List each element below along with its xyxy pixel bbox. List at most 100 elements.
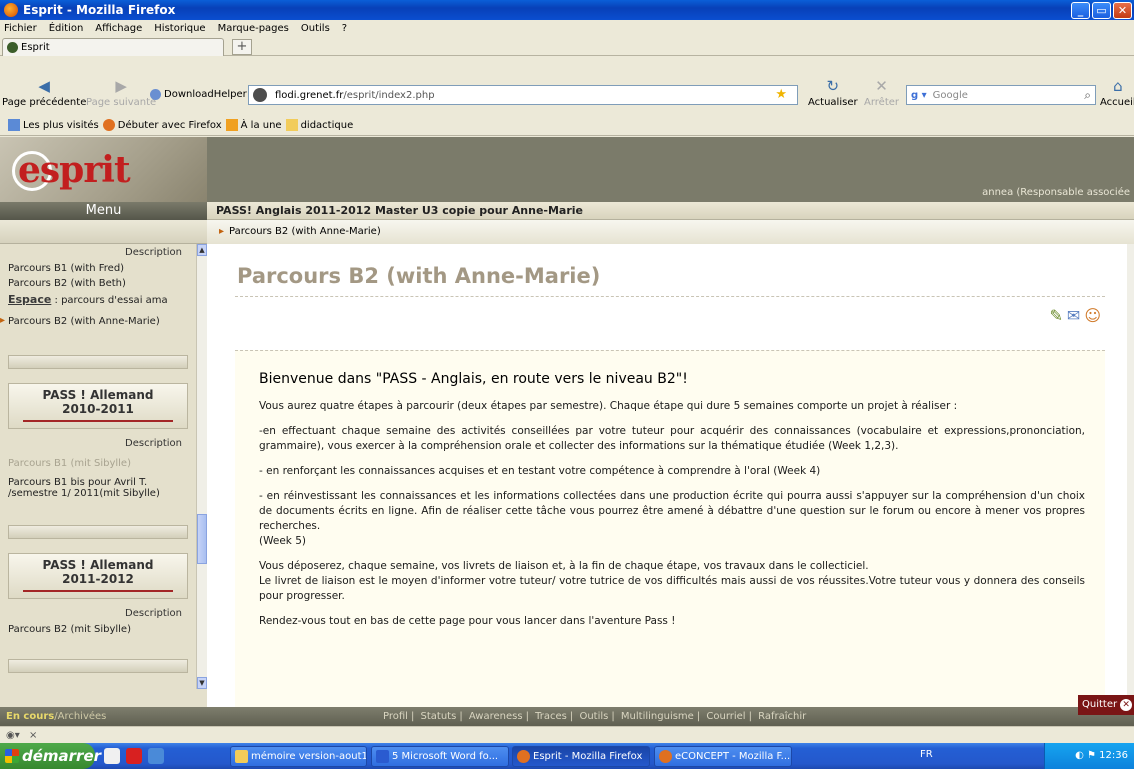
reload-button[interactable]: ↻ Actualiser: [808, 79, 858, 109]
tray-icons[interactable]: ◐ ⚑: [1075, 750, 1099, 761]
reload-label: Actualiser: [808, 97, 858, 108]
site-identity-icon[interactable]: [253, 88, 267, 102]
task-label: 5 Microsoft Word fo...: [392, 751, 499, 762]
message-icon[interactable]: ✉: [1067, 306, 1080, 325]
link-courriel[interactable]: Courriel: [706, 711, 745, 722]
menu-outils[interactable]: Outils: [301, 23, 330, 34]
menu-historique[interactable]: Historique: [154, 23, 205, 34]
link-statuts[interactable]: Statuts: [421, 711, 457, 722]
scroll-thumb[interactable]: [197, 514, 207, 564]
status-close-icon[interactable]: ×: [29, 730, 37, 741]
group-underline: [23, 420, 173, 422]
forward-arrow-icon: ▶: [115, 77, 127, 95]
url-bar[interactable]: flodi.grenet.fr/esprit/index2.php ★: [248, 85, 798, 105]
close-window-button[interactable]: ✕: [1113, 2, 1132, 19]
scroll-up-arrow-icon[interactable]: ▲: [197, 244, 207, 256]
description-link[interactable]: Description: [0, 605, 196, 622]
scroll-down-arrow-icon[interactable]: ▼: [197, 677, 207, 689]
quick-launch-app-icon[interactable]: [104, 748, 120, 764]
quick-launch: [104, 748, 164, 764]
link-outils[interactable]: Outils: [579, 711, 608, 722]
bookmark-getting-started[interactable]: Débuter avec Firefox: [102, 118, 222, 131]
course-item-b1-bis[interactable]: Parcours B1 bis pour Avril T. /semestre …: [0, 475, 196, 501]
bookmark-label: Débuter avec Firefox: [117, 119, 222, 131]
description-link[interactable]: Description: [0, 435, 196, 452]
left-scrollbar[interactable]: ▲ ▼: [196, 244, 207, 689]
group-separator: [8, 355, 188, 369]
menu-fichier[interactable]: Fichier: [4, 23, 37, 34]
course-item-b2-sibylle[interactable]: Parcours B2 (mit Sibylle): [0, 622, 196, 637]
most-visited-icon: [8, 118, 20, 131]
menu-marque-pages[interactable]: Marque-pages: [218, 23, 289, 34]
addon-icon[interactable]: ◉▾: [6, 730, 20, 741]
bookmark-star-icon[interactable]: ★: [775, 87, 787, 102]
users-icon[interactable]: ☺: [1084, 306, 1101, 325]
acrobat-icon[interactable]: [126, 748, 142, 764]
menu-aide[interactable]: ?: [342, 23, 347, 34]
menu-bar: Fichier Édition Affichage Historique Mar…: [0, 20, 1134, 36]
new-tab-button[interactable]: +: [232, 39, 252, 55]
link-profil[interactable]: Profil: [383, 711, 408, 722]
firefox-quick-icon[interactable]: [148, 748, 164, 764]
link-multilinguisme[interactable]: Multilinguisme: [621, 711, 694, 722]
en-cours-link[interactable]: En cours: [6, 711, 54, 722]
tab-esprit[interactable]: Esprit: [2, 38, 224, 56]
course-title: PASS! Anglais 2011-2012 Master U3 copie …: [207, 202, 1134, 220]
archivees-link[interactable]: /Archivées: [54, 711, 106, 722]
task-memoire[interactable]: mémoire version-aout18: [230, 746, 367, 767]
quit-button[interactable]: Quitter ✕: [1078, 695, 1134, 715]
url-path: /esprit/index2.php: [343, 89, 435, 101]
espace-label: Espace: [8, 293, 52, 306]
url-host: flodi.grenet.fr: [275, 89, 344, 101]
forward-label: Page suivante: [86, 97, 157, 108]
esprit-status-bar: En cours/Archivées Profil | Statuts | Awar…: [0, 695, 1134, 726]
course-description: Bienvenue dans "PASS - Anglais, en route…: [235, 350, 1105, 707]
course-item-b1-fred[interactable]: Parcours B1 (with Fred): [0, 261, 196, 276]
task-esprit-firefox[interactable]: Esprit - Mozilla Firefox: [512, 746, 650, 767]
breadcrumb[interactable]: Parcours B2 (with Anne-Marie): [207, 220, 1134, 244]
bookmark-most-visited[interactable]: Les plus visités: [8, 118, 99, 131]
menu-affichage[interactable]: Affichage: [95, 23, 142, 34]
window-titlebar: Esprit - Mozilla Firefox _ ▭ ✕: [0, 0, 1134, 20]
clock: 12:36: [1099, 750, 1128, 761]
minimize-button[interactable]: _: [1071, 2, 1090, 19]
main-scrollbar[interactable]: [1127, 244, 1134, 707]
window-title: Esprit - Mozilla Firefox: [23, 3, 176, 17]
task-label: eCONCEPT - Mozilla F...: [675, 751, 791, 762]
back-arrow-icon: ◀: [38, 77, 50, 95]
back-button[interactable]: ◀ Page précédente: [2, 77, 86, 109]
bookmark-label: didactique: [300, 119, 354, 131]
group-title-line1: PASS ! Allemand: [42, 388, 154, 402]
search-icon[interactable]: ⌕: [1084, 88, 1091, 103]
main-pane: Parcours B2 (with Anne-Marie) ✎ ✉ ☺ Bien…: [207, 244, 1127, 707]
link-awareness[interactable]: Awareness: [469, 711, 523, 722]
firefox-icon: [517, 750, 530, 763]
google-engine-icon[interactable]: g ▾: [911, 90, 927, 101]
bookmark-headlines[interactable]: À la une: [225, 118, 282, 131]
forward-button[interactable]: ▶ Page suivante: [86, 77, 157, 109]
edit-icon[interactable]: ✎: [1050, 306, 1063, 325]
home-button[interactable]: ⌂ Accueil: [1100, 79, 1134, 109]
course-item-b2-beth[interactable]: Parcours B2 (with Beth): [0, 276, 196, 291]
bookmark-didactique[interactable]: didactique: [285, 118, 354, 131]
task-econcept-firefox[interactable]: eCONCEPT - Mozilla F...: [654, 746, 792, 767]
course-item-espace[interactable]: Espace : parcours d'essai ama: [0, 291, 196, 308]
tab-bar: Esprit +: [0, 36, 1134, 56]
browser-status-bar: ◉▾ ×: [0, 726, 1134, 743]
link-traces[interactable]: Traces: [535, 711, 567, 722]
course-item-b2-anne-marie[interactable]: Parcours B2 (with Anne-Marie): [0, 314, 196, 329]
language-indicator[interactable]: FR: [920, 749, 933, 760]
download-helper-button[interactable]: DownloadHelper: [150, 89, 247, 100]
maximize-button[interactable]: ▭: [1092, 2, 1111, 19]
task-label: mémoire version-aout18: [251, 751, 367, 762]
description-link[interactable]: Description: [0, 244, 196, 261]
link-rafraichir[interactable]: Rafraîchir: [758, 711, 806, 722]
start-button[interactable]: démarrer: [0, 743, 101, 769]
search-box[interactable]: g ▾ Google ⌕: [906, 85, 1096, 105]
stop-button[interactable]: ✕ Arrêter: [864, 79, 899, 109]
group-allemand-2011: PASS ! Allemand 2011-2012: [8, 553, 188, 599]
windows-flag-icon: [5, 749, 19, 763]
download-helper-icon: [150, 89, 161, 100]
task-word[interactable]: 5 Microsoft Word fo...: [371, 746, 509, 767]
menu-edition[interactable]: Édition: [49, 23, 84, 34]
